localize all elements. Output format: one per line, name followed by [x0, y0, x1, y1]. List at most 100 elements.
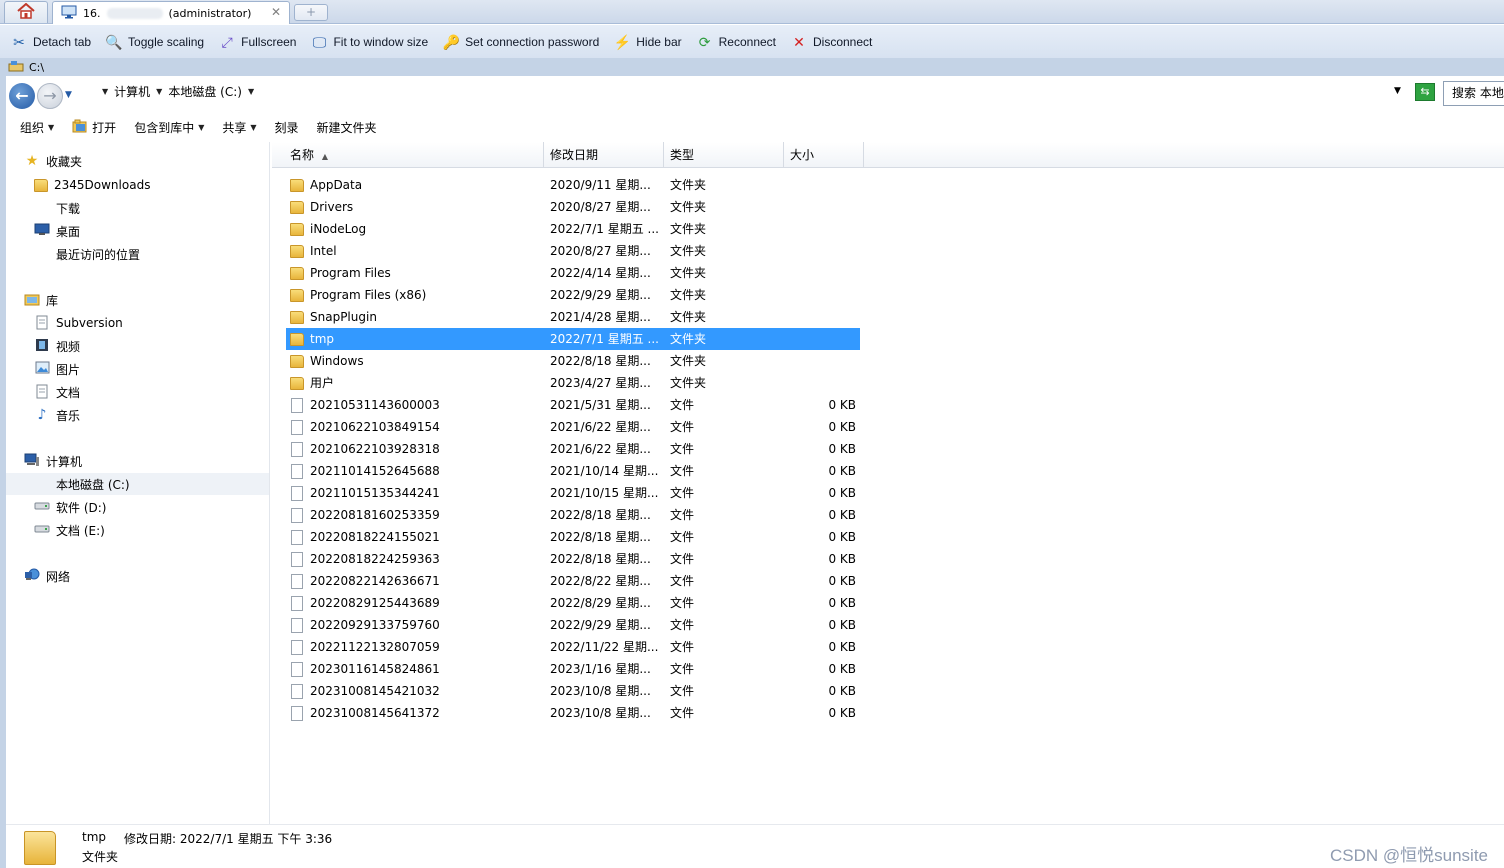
file-row[interactable]: 20210622103849154 2021/6/22 星期... 文件 0 KB — [286, 416, 860, 438]
toolbar-fit-to-window-size-button[interactable]: 🖵 Fit to window size — [310, 33, 428, 51]
folder-row[interactable]: Drivers 2020/8/27 星期... 文件夹 — [286, 196, 860, 218]
toolbar-set-connection-password-button[interactable]: 🔑 Set connection password — [442, 33, 599, 51]
file-name: 20230116145824861 — [310, 662, 440, 676]
cell-name: AppData — [286, 174, 542, 196]
cell-type: 文件夹 — [670, 222, 707, 236]
folder-row[interactable]: Intel 2020/8/27 星期... 文件夹 — [286, 240, 860, 262]
file-icon — [291, 419, 303, 435]
folder-row[interactable]: Program Files 2022/4/14 星期... 文件夹 — [286, 262, 860, 284]
folder-row[interactable]: 用户 2023/4/27 星期... 文件夹 — [286, 372, 860, 394]
file-row[interactable]: 20231008145641372 2023/10/8 星期... 文件 0 KB — [286, 702, 860, 724]
remote-window-titlebar: C:\ — [0, 58, 1504, 76]
nav-computer[interactable]: 计算机 — [24, 450, 82, 472]
address-dropdown-icon[interactable]: ▼ — [1394, 86, 1401, 96]
folder-row[interactable]: SnapPlugin 2021/4/28 星期... 文件夹 — [286, 306, 860, 328]
crumb-local-disk[interactable]: 本地磁盘 (C:) — [168, 83, 242, 100]
cell-name: 20231008145641372 — [286, 702, 542, 724]
nav-item-pictures[interactable]: 图片 — [34, 358, 80, 380]
toolbar-fullscreen-button[interactable]: ⤢ Fullscreen — [218, 33, 297, 51]
cell-date: 2021/4/28 星期... — [550, 310, 651, 324]
tab-connection[interactable]: 16. (administrator) ✕ — [52, 1, 290, 24]
file-row[interactable]: 20230116145824861 2023/1/16 星期... 文件 0 KB — [286, 658, 860, 680]
file-name: 20220822142636671 — [310, 574, 440, 588]
toolbar-disconnect-button[interactable]: ✕ Disconnect — [790, 33, 872, 51]
nav-item-desktop[interactable]: 桌面 — [34, 220, 80, 242]
nav-item-label: 2345Downloads — [54, 178, 151, 192]
toolbar-button-label: Hide bar — [636, 34, 682, 49]
new-tab-button[interactable]: + — [294, 4, 328, 21]
column-header-type[interactable]: 类型 — [664, 142, 784, 168]
crumb-computer[interactable]: 计算机 — [114, 83, 150, 100]
organize-button[interactable]: 组织 ▼ — [20, 119, 54, 136]
nav-item-label: 视频 — [56, 339, 81, 354]
nav-item-videos[interactable]: 视频 — [34, 335, 80, 357]
nav-item-drive-e[interactable]: 文档 (E:) — [34, 519, 105, 541]
include-in-library-button[interactable]: 包含到库中 ▼ — [134, 119, 204, 136]
open-button[interactable]: 打开 — [72, 119, 116, 136]
folder-row[interactable]: iNodeLog 2022/7/1 星期五 ... 文件夹 — [286, 218, 860, 240]
file-row[interactable]: 20210531143600003 2021/5/31 星期... 文件 0 KB — [286, 394, 860, 416]
nav-libraries[interactable]: 库 — [24, 289, 58, 311]
nav-item-2345downloads[interactable]: 2345Downloads — [34, 174, 150, 196]
file-icon — [291, 529, 303, 545]
file-row[interactable]: 20220818160253359 2022/8/18 星期... 文件 0 KB — [286, 504, 860, 526]
folder-icon — [290, 200, 304, 214]
file-row[interactable]: 20220822142636671 2022/8/22 星期... 文件 0 KB — [286, 570, 860, 592]
column-header-size[interactable]: 大小 — [784, 142, 864, 168]
details-modified: 修改日期: 2022/7/1 星期五 下午 3:36 — [124, 832, 333, 846]
chevron-down-icon[interactable]: ▼ — [102, 87, 108, 96]
file-row[interactable]: 20220818224259363 2022/8/18 星期... 文件 0 KB — [286, 548, 860, 570]
nav-item-documents[interactable]: 文档 — [34, 381, 80, 403]
file-row[interactable]: 20211014152645688 2021/10/14 星期... 文件 0 KB — [286, 460, 860, 482]
folder-row[interactable]: tmp 2022/7/1 星期五 ... 文件夹 — [286, 328, 860, 350]
share-button[interactable]: 共享 ▼ — [222, 119, 256, 136]
cell-name: 20210531143600003 — [286, 394, 542, 416]
include-in-library-label: 包含到库中 — [134, 120, 195, 135]
file-row[interactable]: 20231008145421032 2023/10/8 星期... 文件 0 KB — [286, 680, 860, 702]
nav-item-downloads[interactable]: 下载 — [34, 197, 80, 219]
cell-date: 2021/6/22 星期... — [550, 420, 651, 434]
folder-row[interactable]: Program Files (x86) 2022/9/29 星期... 文件夹 — [286, 284, 860, 306]
cell-name: iNodeLog — [286, 218, 542, 240]
nav-favorites[interactable]: ★ 收藏夹 — [24, 150, 82, 172]
folder-row[interactable]: AppData 2020/9/11 星期... 文件夹 — [286, 174, 860, 196]
new-folder-button[interactable]: 新建文件夹 — [317, 119, 377, 136]
file-row[interactable]: 20220829125443689 2022/8/29 星期... 文件 0 KB — [286, 592, 860, 614]
nav-item-music[interactable]: ♪ 音乐 — [34, 404, 80, 426]
file-row[interactable]: 20221122132807059 2022/11/22 星期... 文件 0 KB — [286, 636, 860, 658]
folder-row[interactable]: Windows 2022/8/18 星期... 文件夹 — [286, 350, 860, 372]
cell-type: 文件 — [670, 640, 695, 654]
file-row[interactable]: 20210622103928318 2021/6/22 星期... 文件 0 KB — [286, 438, 860, 460]
file-row[interactable]: 20220818224155021 2022/8/18 星期... 文件 0 KB — [286, 526, 860, 548]
chevron-down-icon[interactable]: ▼ — [156, 87, 162, 96]
file-row[interactable]: 20211015135344241 2021/10/15 星期... 文件 0 KB — [286, 482, 860, 504]
nav-item-subversion[interactable]: Subversion — [34, 312, 123, 334]
toolbar-detach-tab-button[interactable]: ✂ Detach tab — [10, 33, 91, 51]
toolbar-toggle-scaling-button[interactable]: 🔍 Toggle scaling — [105, 33, 204, 51]
back-button[interactable]: ← — [9, 83, 35, 109]
nav-item-drive-d[interactable]: 软件 (D:) — [34, 496, 106, 518]
nav-item-local-disk-c[interactable]: 本地磁盘 (C:) — [6, 473, 269, 495]
forward-button[interactable]: → — [37, 83, 63, 109]
toolbar-reconnect-button[interactable]: ⟳ Reconnect — [696, 33, 776, 51]
nav-item-recent-places[interactable]: 最近访问的位置 — [34, 243, 140, 265]
column-header-name[interactable]: 名称 ▲ — [272, 142, 544, 168]
home-tab[interactable] — [4, 1, 48, 23]
cell-name: 20220822142636671 — [286, 570, 542, 592]
recent-places-icon — [34, 246, 50, 262]
file-row[interactable]: 20220929133759760 2022/9/29 星期... 文件 0 KB — [286, 614, 860, 636]
column-header-date[interactable]: 修改日期 — [544, 142, 664, 168]
organize-label: 组织 — [20, 120, 45, 135]
nav-item-label: 桌面 — [56, 224, 81, 239]
nav-network[interactable]: 网络 — [24, 565, 70, 587]
close-icon[interactable]: ✕ — [271, 5, 281, 19]
file-icon — [291, 463, 303, 479]
cell-size — [782, 328, 856, 350]
nav-item-label: 软件 (D:) — [56, 500, 107, 515]
history-dropdown-icon[interactable]: ▼ — [65, 90, 72, 100]
refresh-button[interactable]: ⇆ — [1415, 83, 1435, 101]
burn-button[interactable]: 刻录 — [275, 119, 299, 136]
toolbar-hide-bar-button[interactable]: ⚡ Hide bar — [613, 33, 682, 51]
search-input[interactable]: 搜索 本地 — [1443, 81, 1504, 106]
chevron-down-icon[interactable]: ▼ — [248, 87, 254, 96]
